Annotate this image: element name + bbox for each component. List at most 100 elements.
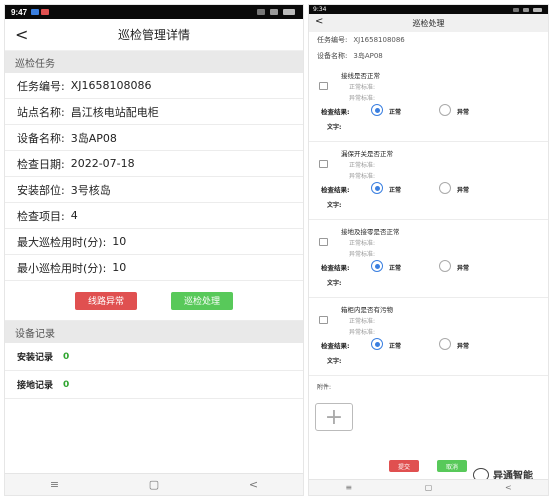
field-row-min-time: 最小巡检用时(分): 10 <box>5 255 303 281</box>
screenshot-canvas: 9:47 < 巡检管理详情 巡检任务 任务编号: XJ1658108086 站点名… <box>0 0 553 500</box>
text-label: 文字: <box>327 124 342 131</box>
record-count: 0 <box>63 351 70 362</box>
wifi-icon <box>270 9 278 15</box>
field-value: 2022-07-18 <box>70 157 135 170</box>
field-label: 最小巡检用时(分): <box>17 261 107 275</box>
check-item-title: 漏保开关是否正常 <box>341 150 393 158</box>
abnormal-standard: 异常标准: <box>349 251 376 258</box>
status-bar: 9:34 <box>309 5 548 14</box>
radio-normal[interactable] <box>371 260 383 272</box>
radio-abnormal-label: 异常 <box>457 265 470 272</box>
battery-icon <box>283 9 295 15</box>
radio-abnormal[interactable] <box>439 260 451 272</box>
normal-standard: 正常标准: <box>349 318 376 325</box>
radio-abnormal[interactable] <box>439 104 451 116</box>
status-time: 9:47 <box>11 7 28 17</box>
abnormal-standard: 异常标准: <box>349 95 376 102</box>
document-icon <box>319 82 328 90</box>
record-label: 安装记录 <box>17 353 54 363</box>
field-value: 昌江核电站配电柜 <box>70 105 159 119</box>
inspection-handle-screen: 9:34 < 巡检处理 任务编号: XJ1658108086 设备名称: 3岛AP0… <box>308 4 549 496</box>
text-label: 文字: <box>327 280 342 287</box>
normal-standard: 正常标准: <box>349 84 376 91</box>
menu-icon[interactable]: ≡ <box>345 483 352 492</box>
status-icons <box>513 7 544 12</box>
field-label: 检查项目: <box>17 209 65 223</box>
inspection-detail-screen: 9:47 < 巡检管理详情 巡检任务 任务编号: XJ1658108086 站点名… <box>4 4 304 496</box>
radio-normal-label: 正常 <box>389 343 402 350</box>
back-icon[interactable]: < <box>249 478 258 491</box>
abnormal-standard: 异常标准: <box>349 329 376 336</box>
field-row-site: 站点名称: 昌江核电站配电柜 <box>5 99 303 125</box>
record-label: 接地记录 <box>17 381 54 391</box>
field-label: 任务编号: <box>17 79 65 93</box>
radio-normal[interactable] <box>371 104 383 116</box>
page-title: 巡检管理详情 <box>117 28 190 42</box>
nav-bar: < 巡检管理详情 <box>5 19 303 51</box>
field-value: XJ1658108086 <box>70 79 152 92</box>
document-icon <box>319 316 328 324</box>
check-item: 接线是否正常 正常标准: 异常标准: 检查结果: 正常 异常 文字: <box>309 64 548 142</box>
document-icon <box>319 238 328 246</box>
record-row-install[interactable]: 安装记录 0 <box>5 343 303 371</box>
cancel-button[interactable]: 取消 <box>437 460 467 472</box>
check-item-title: 接线是否正常 <box>341 72 380 80</box>
radio-normal-label: 正常 <box>389 187 402 194</box>
submit-button[interactable]: 提交 <box>389 460 419 472</box>
radio-abnormal-label: 异常 <box>457 343 470 350</box>
result-label: 检查结果: <box>321 342 350 350</box>
back-arrow-icon[interactable]: < <box>15 25 28 44</box>
normal-standard: 正常标准: <box>349 162 376 169</box>
radio-abnormal-label: 异常 <box>457 109 470 116</box>
add-attachment-button[interactable]: + <box>315 403 353 431</box>
back-icon[interactable]: < <box>505 483 512 492</box>
record-row-ground[interactable]: 接地记录 0 <box>5 371 303 399</box>
status-time: 9:34 <box>313 6 327 13</box>
radio-abnormal-label: 异常 <box>457 187 470 194</box>
radio-abnormal[interactable] <box>439 338 451 350</box>
home-icon[interactable]: ▢ <box>149 478 159 491</box>
normal-standard: 正常标准: <box>349 240 376 247</box>
record-count: 0 <box>63 379 70 390</box>
line-abnormal-button[interactable]: 线路异常 <box>75 291 137 310</box>
page-title: 巡检处理 <box>412 18 445 28</box>
radio-normal[interactable] <box>371 182 383 194</box>
field-value: 10 <box>112 235 127 248</box>
radio-normal-label: 正常 <box>389 109 402 116</box>
field-value: 3号核岛 <box>70 183 111 197</box>
check-item: 箱柜内是否有污物 正常标准: 异常标准: 检查结果: 正常 异常 文字: <box>309 298 548 376</box>
field-value: 3岛AP08 <box>70 131 117 145</box>
field-label: 任务编号: <box>317 36 348 44</box>
nav-bar: < 巡检处理 <box>309 14 548 32</box>
check-item: 漏保开关是否正常 正常标准: 异常标准: 检查结果: 正常 异常 文字: <box>309 142 548 220</box>
wifi-icon <box>523 7 529 12</box>
check-item: 接地及接零是否正常 正常标准: 异常标准: 检查结果: 正常 异常 文字: <box>309 220 548 298</box>
field-label: 检查日期: <box>17 157 65 171</box>
field-label: 站点名称: <box>17 105 65 119</box>
result-label: 检查结果: <box>321 108 350 116</box>
text-label: 文字: <box>327 202 342 209</box>
field-row-max-time: 最大巡检用时(分): 10 <box>5 229 303 255</box>
home-icon[interactable]: ▢ <box>425 483 433 492</box>
field-row-location: 安装部位: 3号核岛 <box>5 177 303 203</box>
app-notification-icon <box>41 9 50 15</box>
system-nav-bar: ≡ ▢ < <box>5 473 303 495</box>
field-value: 3岛AP08 <box>353 52 383 60</box>
field-value: 10 <box>112 261 127 274</box>
back-arrow-icon[interactable]: < <box>315 16 323 27</box>
radio-normal[interactable] <box>371 338 383 350</box>
menu-icon[interactable]: ≡ <box>50 478 59 491</box>
section-header-records: 设备记录 <box>5 321 303 343</box>
inspect-handle-button[interactable]: 巡检处理 <box>171 291 233 310</box>
task-no-row: 任务编号: XJ1658108086 <box>309 32 548 48</box>
result-label: 检查结果: <box>321 186 350 194</box>
check-item-title: 接地及接零是否正常 <box>341 228 400 236</box>
section-header-task: 巡检任务 <box>5 51 303 73</box>
status-bar: 9:47 <box>5 5 303 19</box>
status-icons <box>257 9 297 15</box>
radio-abnormal[interactable] <box>439 182 451 194</box>
field-row-task-no: 任务编号: XJ1658108086 <box>5 73 303 99</box>
signal-icon <box>257 9 265 15</box>
field-row-date: 检查日期: 2022-07-18 <box>5 151 303 177</box>
abnormal-standard: 异常标准: <box>349 173 376 180</box>
